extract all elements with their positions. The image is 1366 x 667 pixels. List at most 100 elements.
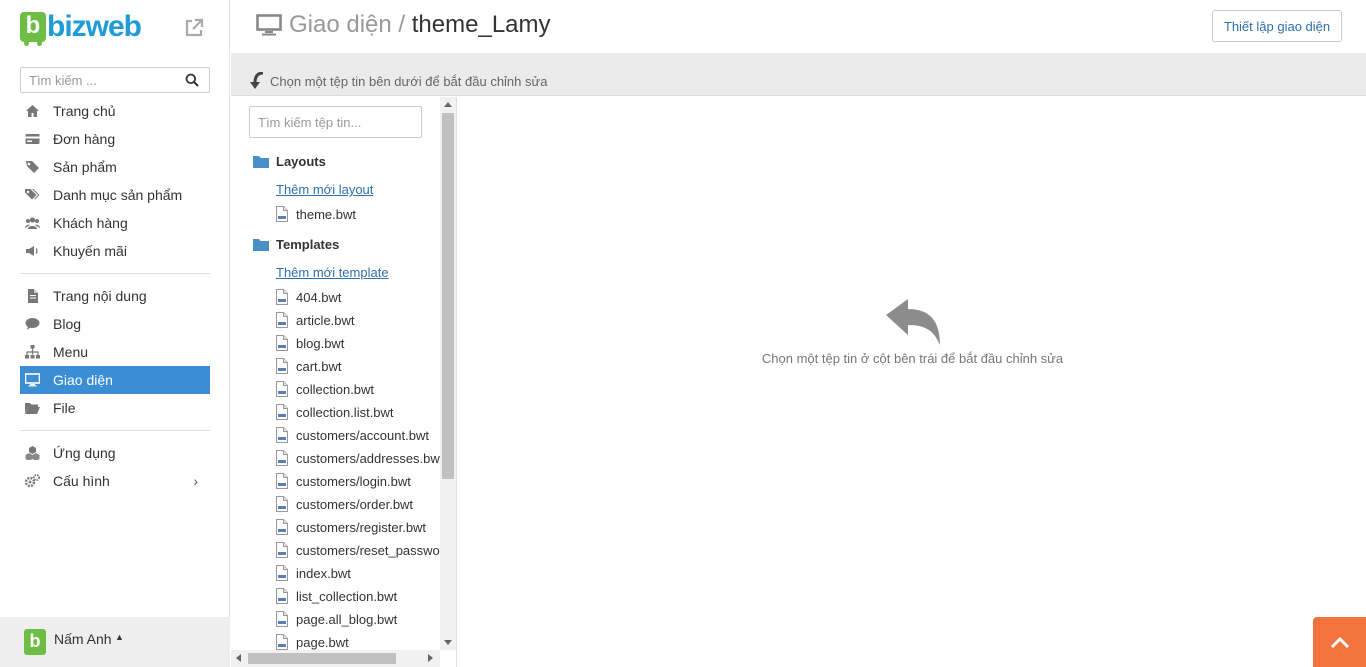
sidebar-item-themes[interactable]: Giao diện: [20, 366, 210, 394]
html-file-icon: [276, 542, 288, 558]
sidebar-item-label: Sản phẩm: [53, 159, 117, 175]
file-item[interactable]: customers/account.bwt: [276, 425, 446, 447]
html-file-icon: [276, 335, 288, 351]
file-name: customers/login.bwt: [296, 474, 411, 489]
sidebar-item-pages[interactable]: Trang nội dung: [20, 282, 210, 310]
html-file-icon: [276, 381, 288, 397]
scroll-right-arrow-icon[interactable]: [428, 654, 433, 662]
file-tree-panel: Layouts Thêm mới layout theme.bwt Templa…: [231, 97, 457, 667]
folder-open-icon: [25, 403, 40, 414]
comment-icon: [25, 318, 40, 330]
html-file-icon: [276, 404, 288, 420]
home-icon: [26, 105, 39, 117]
sidebar-item-blog[interactable]: Blog: [20, 310, 210, 338]
html-file-icon: [276, 611, 288, 627]
scrollbar-thumb[interactable]: [248, 653, 396, 664]
avatar: b: [24, 629, 46, 655]
sidebar-item-orders[interactable]: Đơn hàng: [20, 125, 210, 153]
file-item[interactable]: index.bwt: [276, 563, 446, 585]
scroll-left-arrow-icon[interactable]: [236, 654, 241, 662]
page-header: Giao diện / theme_Lamy Thiết lập giao di…: [231, 0, 1366, 52]
sidebar-search-input[interactable]: [21, 68, 181, 92]
file-item[interactable]: collection.bwt: [276, 379, 446, 401]
breadcrumb-separator: /: [398, 11, 406, 38]
file-name: theme.bwt: [296, 207, 356, 222]
file-name: customers/reset_password.bwt: [296, 543, 456, 558]
sidebar-item-label: Giao diện: [53, 372, 113, 388]
folder-icon: [253, 156, 269, 168]
sidebar-divider: [20, 430, 210, 431]
sidebar-item-promotions[interactable]: Khuyến mãi: [20, 237, 210, 265]
cubes-icon: [25, 446, 40, 460]
sidebar-item-products[interactable]: Sản phẩm: [20, 153, 210, 181]
monitor-icon: [256, 14, 282, 36]
user-menu[interactable]: b Nấm Anh ▲: [0, 617, 230, 667]
search-icon[interactable]: [185, 73, 199, 87]
html-file-icon: [276, 565, 288, 581]
file-name: article.bwt: [296, 313, 355, 328]
sidebar-item-label: Khuyến mãi: [53, 243, 127, 259]
sitemap-icon: [25, 345, 40, 359]
sidebar-item-settings[interactable]: Cấu hình ›: [20, 467, 210, 495]
scroll-up-arrow-icon[interactable]: [444, 102, 452, 107]
file-item[interactable]: list_collection.bwt: [276, 586, 446, 608]
bizweb-logo[interactable]: b bizweb: [20, 8, 142, 46]
cogs-icon: [25, 474, 40, 488]
reply-arrow-icon: [886, 299, 940, 345]
tags-icon: [25, 189, 40, 200]
instruction-text: Chọn một tệp tin bên dưới để bắt đầu chỉ…: [270, 74, 548, 89]
sidebar-item-menu[interactable]: Menu: [20, 338, 210, 366]
app-root: b bizweb Trang chủ Đơn hàng: [0, 0, 1366, 667]
file-name: page.bwt: [296, 635, 349, 650]
file-icon: [28, 289, 38, 303]
html-file-icon: [276, 450, 288, 466]
breadcrumb-link[interactable]: Giao diện: [289, 11, 392, 38]
file-item[interactable]: cart.bwt: [276, 356, 446, 378]
file-name: customers/account.bwt: [296, 428, 429, 443]
add-template-link[interactable]: Thêm mới template: [276, 265, 389, 280]
sidebar-item-label: Menu: [53, 344, 89, 360]
theme-settings-button[interactable]: Thiết lập giao diện: [1212, 10, 1342, 42]
sidebar-item-categories[interactable]: Danh mục sản phẩm: [20, 181, 210, 209]
file-item[interactable]: theme.bwt: [276, 204, 446, 226]
add-layout-link[interactable]: Thêm mới layout: [276, 182, 373, 197]
scrollbar-thumb[interactable]: [442, 113, 454, 479]
sidebar-item-label: Ứng dụng: [53, 445, 116, 461]
scroll-to-top-button[interactable]: [1313, 617, 1366, 667]
chevron-right-icon: ›: [193, 473, 198, 489]
sidebar: b bizweb Trang chủ Đơn hàng: [0, 0, 230, 667]
file-item[interactable]: blog.bwt: [276, 333, 446, 355]
file-name: collection.bwt: [296, 382, 375, 397]
file-panel-vertical-scrollbar[interactable]: [440, 97, 456, 650]
file-name: 404.bwt: [296, 290, 342, 305]
file-search-input[interactable]: [249, 106, 422, 138]
sidebar-item-customers[interactable]: Khách hàng: [20, 209, 210, 237]
sidebar-item-home[interactable]: Trang chủ: [20, 97, 210, 125]
file-item[interactable]: article.bwt: [276, 310, 446, 332]
sidebar-item-label: Đơn hàng: [53, 131, 116, 147]
chevron-up-icon: [1330, 636, 1350, 649]
html-file-icon: [276, 206, 288, 222]
file-item[interactable]: 404.bwt: [276, 287, 446, 309]
file-panel-horizontal-scrollbar[interactable]: [231, 650, 440, 667]
caret-up-icon: ▲: [115, 632, 124, 642]
logo-badge: b: [20, 12, 46, 46]
sidebar-item-apps[interactable]: Ứng dụng: [20, 439, 210, 467]
html-file-icon: [276, 312, 288, 328]
file-item[interactable]: customers/addresses.bwt: [276, 448, 446, 470]
megaphone-icon: [26, 246, 38, 256]
file-item[interactable]: customers/register.bwt: [276, 517, 446, 539]
html-file-icon: [276, 289, 288, 305]
group-title: Layouts: [276, 154, 326, 169]
file-item[interactable]: page.all_blog.bwt: [276, 609, 446, 631]
scroll-down-arrow-icon[interactable]: [444, 640, 452, 645]
logo-text: bizweb: [47, 10, 142, 43]
file-item[interactable]: customers/reset_password.bwt: [276, 540, 456, 562]
sidebar-item-label: Trang nội dung: [53, 288, 147, 304]
sidebar-item-label: Cấu hình: [53, 473, 110, 489]
sidebar-item-files[interactable]: File: [20, 394, 210, 422]
file-item[interactable]: customers/login.bwt: [276, 471, 446, 493]
file-item[interactable]: collection.list.bwt: [276, 402, 446, 424]
file-item[interactable]: customers/order.bwt: [276, 494, 446, 516]
external-link-icon[interactable]: [183, 17, 205, 39]
